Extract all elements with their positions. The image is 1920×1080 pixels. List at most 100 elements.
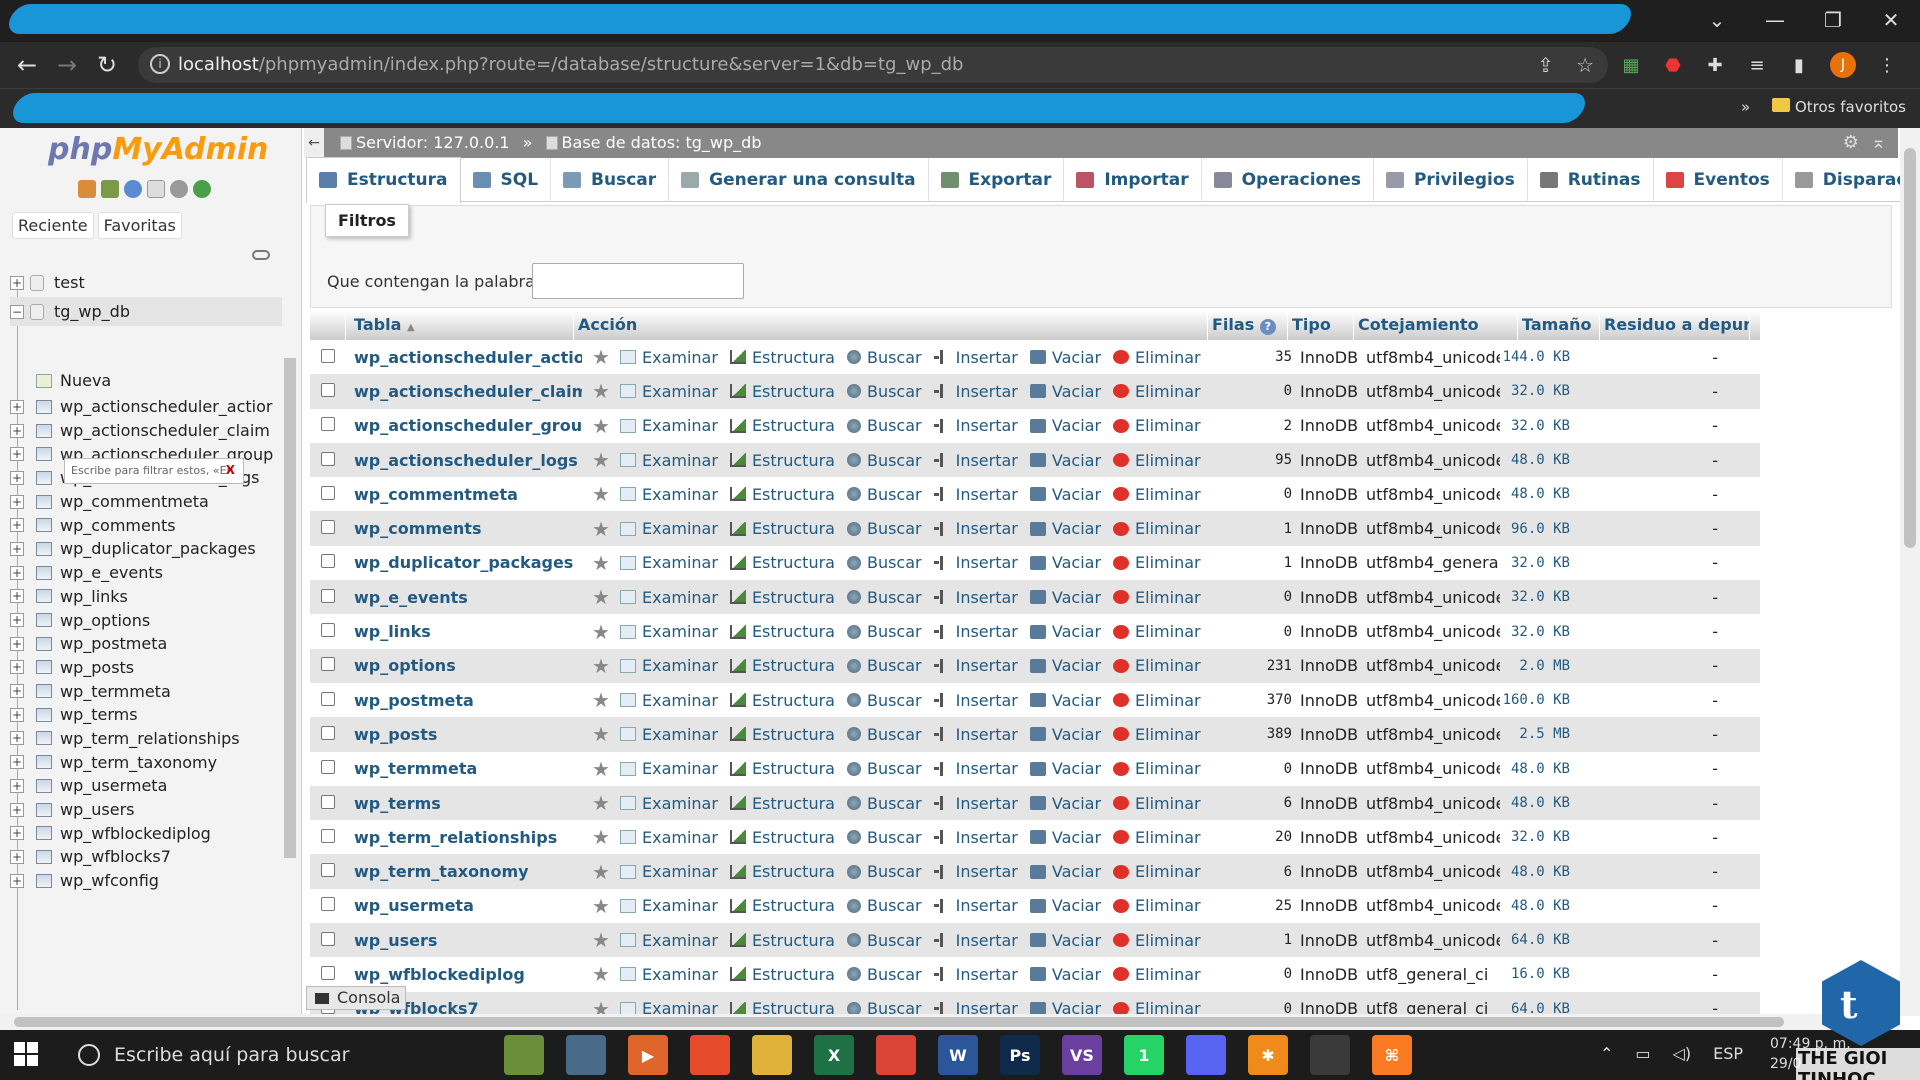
profile-avatar[interactable]: J [1830,52,1856,78]
taskbar-app-icon[interactable]: ✱ [1248,1035,1288,1075]
insert-action[interactable]: Insertar [933,759,1018,778]
close-icon[interactable]: ✕ [1862,0,1920,40]
browse-action[interactable]: Examinar [620,382,718,401]
windows-start-icon[interactable] [14,1042,38,1066]
drop-action[interactable]: Eliminar [1113,862,1201,881]
extension-chart-icon[interactable]: ▦ [1620,54,1642,76]
table-name-link[interactable]: wp_actionscheduler_logs [346,451,582,470]
empty-action[interactable]: Vaciar [1029,656,1101,675]
insert-action[interactable]: Insertar [933,828,1018,847]
empty-action[interactable]: Vaciar [1029,896,1101,915]
pdf-icon[interactable]: ⬣ [1662,54,1684,76]
browse-action[interactable]: Examinar [620,451,718,470]
tree-table-item[interactable]: + wp_e_events [10,561,288,585]
tree-table-item[interactable]: + wp_term_taxonomy [10,750,288,774]
help-icon[interactable] [124,180,142,198]
insert-action[interactable]: Insertar [933,451,1018,470]
drop-action[interactable]: Eliminar [1113,416,1201,435]
browse-action[interactable]: Examinar [620,862,718,881]
pma-logo[interactable]: phpMyAdmin [48,132,268,167]
forward-icon[interactable]: → [52,50,82,80]
page-scrollbar[interactable] [1900,128,1920,1016]
drop-action[interactable]: Eliminar [1113,691,1201,710]
drop-action[interactable]: Eliminar [1113,382,1201,401]
empty-action[interactable]: Vaciar [1029,759,1101,778]
insert-action[interactable]: Insertar [933,622,1018,641]
search-action[interactable]: Buscar [846,485,922,504]
search-action[interactable]: Buscar [846,553,922,572]
empty-action[interactable]: Vaciar [1029,553,1101,572]
drop-action[interactable]: Eliminar [1113,828,1201,847]
structure-action[interactable]: Estructura [729,896,835,915]
search-action[interactable]: Buscar [846,931,922,950]
table-name-link[interactable]: wp_duplicator_packages [346,553,582,572]
table-name-link[interactable]: wp_users [346,931,582,950]
expand-icon[interactable]: + [10,447,24,462]
favorite-star-icon[interactable]: ★ [582,962,620,986]
browse-action[interactable]: Examinar [620,794,718,813]
table-size-link[interactable]: 64.0 KB [1500,932,1576,948]
browse-action[interactable]: Examinar [620,828,718,847]
drop-action[interactable]: Eliminar [1113,348,1201,367]
table-name-link[interactable]: wp_usermeta [346,896,582,915]
search-action[interactable]: Buscar [846,862,922,881]
table-size-link[interactable]: 32.0 KB [1500,555,1576,571]
expand-icon[interactable]: + [10,636,24,651]
table-size-link[interactable]: 48.0 KB [1500,795,1576,811]
header-rows[interactable]: Filas ? [1208,310,1288,340]
drop-action[interactable]: Eliminar [1113,725,1201,744]
row-checkbox[interactable] [321,623,335,638]
expand-icon[interactable]: + [10,802,24,817]
empty-action[interactable]: Vaciar [1029,691,1101,710]
collapse-nav-icon[interactable]: ← [304,128,324,158]
table-name-link[interactable]: wp_options [346,656,582,675]
table-size-link[interactable]: 32.0 KB [1500,829,1576,845]
search-action[interactable]: Buscar [846,519,922,538]
exit-icon[interactable] [101,180,119,198]
home-icon[interactable] [78,180,96,198]
tree-table-item[interactable]: + wp_wfconfig [10,869,288,893]
favorite-star-icon[interactable]: ★ [582,379,620,403]
browse-action[interactable]: Examinar [620,348,718,367]
table-name-link[interactable]: wp_actionscheduler_claims [346,382,582,401]
search-action[interactable]: Buscar [846,348,922,367]
taskbar-app-icon[interactable]: ▶ [628,1035,668,1075]
table-size-link[interactable]: 48.0 KB [1500,864,1576,880]
empty-action[interactable]: Vaciar [1029,828,1101,847]
tab-operaciones[interactable]: Operaciones [1202,157,1374,202]
table-size-link[interactable]: 160.0 KB [1500,692,1576,708]
back-icon[interactable]: ← [12,50,42,80]
table-size-link[interactable]: 16.0 KB [1500,966,1576,982]
favorite-star-icon[interactable]: ★ [582,414,620,438]
favorite-star-icon[interactable]: ★ [582,791,620,815]
docs-icon[interactable] [147,180,165,198]
language-indicator[interactable]: ESP [1713,1044,1743,1063]
search-action[interactable]: Buscar [846,896,922,915]
page-scrollbar-thumb[interactable] [1904,148,1916,548]
table-size-link[interactable]: 2.5 MB [1500,726,1576,742]
minimize-icon[interactable]: — [1746,0,1804,40]
collation-link[interactable]: utf8mb4_unicode_ci [1366,656,1500,675]
search-action[interactable]: Buscar [846,759,922,778]
collation-link[interactable]: utf8mb4_unicode_ci [1366,348,1500,367]
expand-icon[interactable]: + [10,707,24,722]
search-action[interactable]: Buscar [846,451,922,470]
tab-recent[interactable]: Reciente [12,212,94,239]
row-checkbox[interactable] [321,794,335,809]
taskbar-app-icon[interactable] [566,1035,606,1075]
tree-table-item[interactable]: + wp_users [10,798,288,822]
taskbar-app-icon[interactable]: ⌘ [1372,1035,1412,1075]
empty-action[interactable]: Vaciar [1029,382,1101,401]
insert-action[interactable]: Insertar [933,382,1018,401]
insert-action[interactable]: Insertar [933,485,1018,504]
search-action[interactable]: Buscar [846,588,922,607]
expand-icon[interactable]: + [10,826,24,841]
tree-table-item[interactable]: + wp_commentmeta [10,490,288,514]
insert-action[interactable]: Insertar [933,416,1018,435]
drop-action[interactable]: Eliminar [1113,451,1201,470]
menu-kebab-icon[interactable]: ⋮ [1876,54,1898,76]
search-action[interactable]: Buscar [846,794,922,813]
expand-icon[interactable]: + [10,660,24,675]
browse-action[interactable]: Examinar [620,759,718,778]
structure-action[interactable]: Estructura [729,931,835,950]
